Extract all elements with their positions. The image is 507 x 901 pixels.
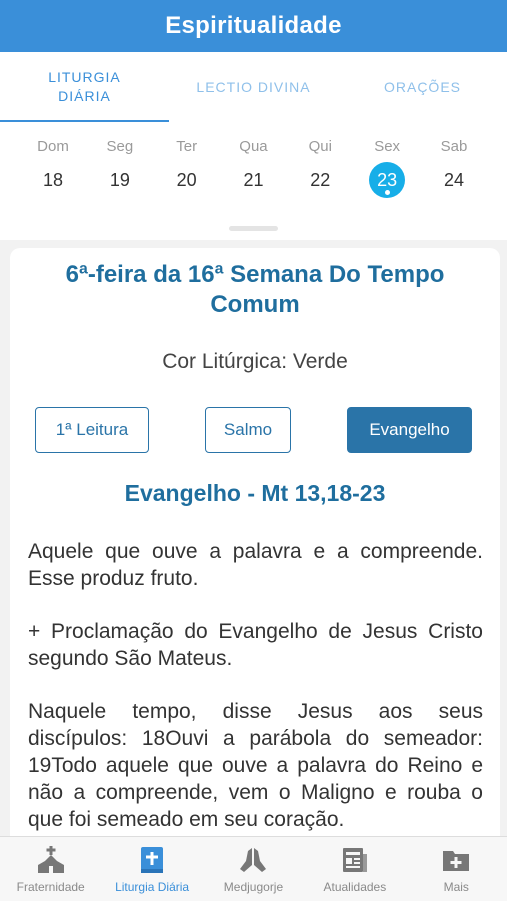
calendar-day-selected[interactable]: Sex 23 (354, 132, 420, 198)
day-number: 20 (176, 170, 197, 190)
tab-liturgia-diaria[interactable]: LITURGIA DIÁRIA (0, 52, 169, 122)
liturgy-card: 6ª-feira da 16ª Semana Do Tempo Comum Co… (10, 248, 500, 868)
tabbar-item-liturgia-diaria[interactable]: Liturgia Diária (101, 837, 202, 901)
calendar-day[interactable]: Sab 24 (421, 132, 487, 198)
tabbar-label: Fraternidade (16, 880, 85, 894)
tab-label: ORAÇÕES (383, 78, 461, 95)
tab-label: LITURGIA DIÁRIA (48, 69, 121, 104)
day-number: 23 (354, 162, 420, 198)
day-number: 22 (310, 170, 331, 190)
day-number: 24 (443, 170, 464, 190)
tabbar-item-fraternidade[interactable]: Fraternidade (0, 837, 101, 901)
gospel-button[interactable]: Evangelho (347, 407, 472, 453)
tabbar-label: Mais (443, 880, 469, 894)
reading-selector: 1ª Leitura Salmo Evangelho (10, 407, 500, 455)
tabbar-label: Liturgia Diária (115, 880, 190, 894)
reading-paragraph: Aquele que ouve a palavra e a compreende… (28, 540, 483, 590)
day-name: Sab (440, 138, 468, 155)
tab-oracoes[interactable]: ORAÇÕES (338, 52, 507, 122)
folder-plus-icon (443, 851, 470, 871)
day-name: Ter (176, 138, 198, 155)
gospel-title: Evangelho - Mt 13,18-23 (124, 480, 386, 506)
bible-icon (141, 847, 164, 873)
church-icon (37, 846, 64, 873)
calendar-day[interactable]: Ter 20 (154, 132, 220, 198)
calendar-day[interactable]: Seg 19 (87, 132, 153, 198)
bottom-tab-bar: Fraternidade Liturgia Diária Medjugorje … (0, 836, 507, 901)
tabbar-item-medjugorje[interactable]: Medjugorje (203, 837, 304, 901)
tab-label: LECTIO DIVINA (196, 78, 311, 95)
day-name: Qui (308, 138, 332, 155)
day-name: Dom (37, 138, 69, 155)
app-title: Espiritualidade (165, 12, 342, 39)
day-number: 18 (42, 170, 64, 190)
liturgical-color: Cor Litúrgica: Verde (162, 350, 348, 373)
reading-paragraph: Naquele tempo, disse Jesus aos seus disc… (28, 700, 483, 831)
praying-hands-icon (240, 848, 267, 872)
calendar-day[interactable]: Dom 18 (20, 132, 86, 198)
tabbar-label: Medjugorje (223, 880, 284, 894)
tabbar-item-mais[interactable]: Mais (406, 837, 507, 901)
tab-lectio-divina[interactable]: LECTIO DIVINA (169, 52, 338, 122)
tabbar-label: Atualidades (323, 880, 387, 894)
first-reading-button[interactable]: 1ª Leitura (35, 407, 149, 453)
reading-paragraph: + Proclamação do Evangelho de Jesus Cris… (28, 620, 483, 670)
newspaper-icon (342, 848, 367, 872)
app-header: Espiritualidade (0, 0, 507, 52)
tabbar-item-atualidades[interactable]: Atualidades (304, 837, 405, 901)
day-name: Sex (374, 138, 401, 155)
drag-handle[interactable] (229, 226, 278, 231)
liturgy-day-title: 6ª-feira da 16ª Semana Do Tempo Comum (65, 261, 445, 318)
reading-text: Aquele que ouve a palavra e a compreende… (28, 538, 483, 859)
week-calendar: Dom 18 Seg 19 Ter 20 Qua 21 Qui 22 Sex 2… (0, 122, 507, 240)
calendar-day[interactable]: Qui 22 (287, 132, 353, 198)
psalm-button[interactable]: Salmo (205, 407, 291, 453)
day-name: Qua (239, 138, 268, 155)
day-number: 19 (109, 170, 130, 190)
day-name: Seg (106, 138, 134, 155)
day-number: 21 (243, 170, 264, 190)
top-tabs: LITURGIA DIÁRIA LECTIO DIVINA ORAÇÕES (0, 52, 507, 122)
calendar-day[interactable]: Qua 21 (220, 132, 286, 198)
